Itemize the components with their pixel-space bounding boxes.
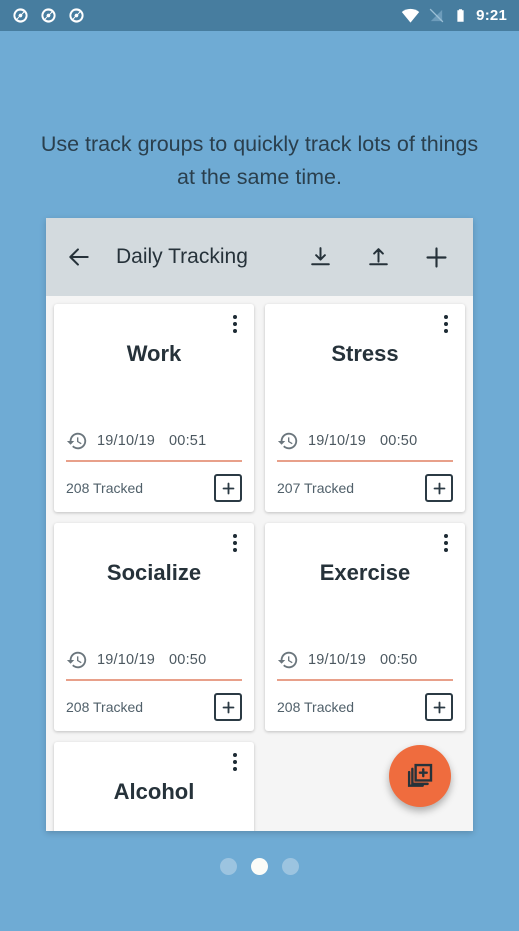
app-bar-title: Daily Tracking: [116, 245, 248, 268]
card-tracked-count: 208 Tracked: [66, 699, 144, 715]
upload-icon[interactable]: [361, 240, 395, 274]
page-dot-active[interactable]: [251, 858, 268, 875]
page-dot[interactable]: [282, 858, 299, 875]
plus-box-icon[interactable]: [214, 474, 242, 502]
wifi-icon: [401, 6, 420, 25]
track-group-card[interactable]: Work 19/10/19 00:51 208 Tracked: [54, 304, 254, 512]
track-group-card[interactable]: Exercise 19/10/19 00:50 208 Tracked: [265, 523, 465, 731]
card-date: 19/10/19: [97, 433, 156, 449]
card-date: 19/10/19: [308, 433, 367, 449]
library-add-icon: [405, 761, 435, 791]
overflow-menu-icon[interactable]: [224, 749, 246, 775]
plus-box-icon[interactable]: [214, 693, 242, 721]
back-arrow-icon[interactable]: [62, 240, 96, 274]
status-notification-icons: [12, 7, 85, 24]
app-notification-icon: [12, 7, 29, 24]
track-group-card[interactable]: Stress 19/10/19 00:50 207 Tracked: [265, 304, 465, 512]
card-last-tracked: 19/10/19 00:50: [277, 430, 453, 460]
card-date: 19/10/19: [97, 652, 156, 668]
app-screenshot-frame: Daily Tracking Work 19/10/19 00:51 208 T…: [46, 218, 473, 831]
track-group-card[interactable]: Socialize 19/10/19 00:50 208 Tracked: [54, 523, 254, 731]
battery-icon: [453, 8, 468, 23]
overflow-menu-icon[interactable]: [224, 311, 246, 337]
signal-off-icon: [428, 7, 445, 24]
history-icon: [277, 430, 299, 452]
overflow-menu-icon[interactable]: [435, 530, 457, 556]
card-tracked-count: 208 Tracked: [66, 480, 144, 496]
card-date: 19/10/19: [308, 652, 367, 668]
page-dot[interactable]: [220, 858, 237, 875]
card-title: Stress: [331, 341, 399, 366]
overflow-menu-icon[interactable]: [224, 530, 246, 556]
card-time: 00:51: [169, 433, 207, 449]
tutorial-caption: Use track groups to quickly track lots o…: [40, 132, 479, 189]
card-last-tracked: 19/10/19 00:50: [277, 649, 453, 679]
status-clock: 9:21: [476, 7, 507, 24]
plus-box-icon[interactable]: [425, 693, 453, 721]
plus-box-icon[interactable]: [425, 474, 453, 502]
plus-icon[interactable]: [419, 240, 453, 274]
track-group-card[interactable]: Alcohol: [54, 742, 254, 831]
overflow-menu-icon[interactable]: [435, 311, 457, 337]
card-tracked-count: 207 Tracked: [277, 480, 355, 496]
card-title: Alcohol: [113, 779, 195, 804]
card-title: Exercise: [319, 560, 411, 585]
app-bar: Daily Tracking: [46, 218, 473, 296]
card-last-tracked: 19/10/19 00:50: [66, 649, 242, 679]
history-icon: [277, 649, 299, 671]
add-track-group-fab[interactable]: [389, 745, 451, 807]
history-icon: [66, 430, 88, 452]
status-bar: 9:21: [0, 0, 519, 31]
card-title: Work: [126, 341, 182, 366]
card-time: 00:50: [380, 652, 418, 668]
history-icon: [66, 649, 88, 671]
app-notification-icon: [40, 7, 57, 24]
download-icon[interactable]: [303, 240, 337, 274]
page-indicator: [0, 858, 519, 875]
card-time: 00:50: [380, 433, 418, 449]
app-notification-icon: [68, 7, 85, 24]
card-title: Socialize: [106, 560, 202, 585]
status-system-icons: 9:21: [401, 6, 507, 25]
card-time: 00:50: [169, 652, 207, 668]
card-tracked-count: 208 Tracked: [277, 699, 355, 715]
card-last-tracked: 19/10/19 00:51: [66, 430, 242, 460]
